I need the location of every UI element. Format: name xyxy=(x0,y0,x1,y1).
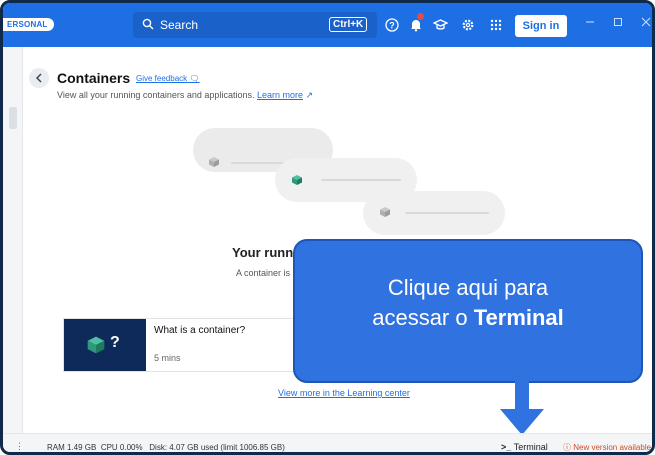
learning-card-title: What is a container? xyxy=(154,325,246,336)
sidebar-collapse-handle[interactable] xyxy=(9,107,17,129)
new-version-label: New version available xyxy=(573,443,652,452)
page-subtitle: View all your running containers and app… xyxy=(57,90,313,101)
search-placeholder: Search xyxy=(160,18,199,32)
illustration-line xyxy=(321,179,401,181)
app-window: ERSONAL Search Ctrl+K ? Sign in Containe… xyxy=(0,0,655,455)
callout-line-1: Clique aqui para xyxy=(387,275,549,300)
sign-in-button[interactable]: Sign in xyxy=(515,15,567,37)
page-title: Containers xyxy=(57,70,131,86)
question-mark: ? xyxy=(110,334,120,351)
learn-more-link[interactable]: Learn more xyxy=(257,90,303,100)
status-bar: ⋮ RAM 1.49 GB CPU 0.00% Disk: 4.07 GB us… xyxy=(3,433,652,452)
callout-line-2-bold: Terminal xyxy=(473,305,564,330)
learning-card[interactable]: ? What is a container? 5 mins xyxy=(63,318,323,372)
disk-usage: Disk: 4.07 GB used (limit 1006.85 GB) xyxy=(149,443,285,452)
learning-card-duration: 5 mins xyxy=(154,353,181,363)
learning-icon[interactable] xyxy=(431,16,449,34)
title-bar: ERSONAL Search Ctrl+K ? Sign in xyxy=(3,3,652,47)
ram-usage: RAM 1.49 GB xyxy=(47,443,97,452)
callout-line-2: acessar o Terminal xyxy=(295,303,641,333)
search-icon xyxy=(142,18,154,30)
cpu-usage: CPU 0.00% xyxy=(100,443,143,452)
callout-arrow-shaft xyxy=(515,381,529,411)
feedback-chat-icon: 🗨︎ xyxy=(189,74,200,83)
info-circle-icon: ⓘ xyxy=(563,443,571,452)
container-cube-icon xyxy=(209,157,219,167)
give-feedback-link[interactable]: Give feedback 🗨︎ xyxy=(136,74,200,83)
tutorial-callout: Clique aqui para acessar o Terminal xyxy=(293,239,643,383)
notification-dot xyxy=(417,13,424,20)
account-badge[interactable]: ERSONAL xyxy=(3,18,54,31)
external-link-icon: ↗ xyxy=(305,90,314,100)
give-feedback-label: Give feedback xyxy=(136,74,188,83)
help-icon[interactable]: ? xyxy=(383,16,401,34)
subtitle-text: View all your running containers and app… xyxy=(57,90,255,100)
left-sidebar xyxy=(3,47,23,433)
callout-line-2-prefix: acessar o xyxy=(372,305,474,330)
back-button[interactable] xyxy=(29,68,49,88)
terminal-label: Terminal xyxy=(513,442,548,452)
container-cube-icon xyxy=(292,175,302,185)
svg-text:?: ? xyxy=(389,21,395,31)
minimize-icon[interactable] xyxy=(585,16,595,30)
illustration-line xyxy=(405,212,489,214)
new-version-notice[interactable]: ⓘ New version available xyxy=(563,442,652,452)
maximize-icon[interactable] xyxy=(613,16,623,30)
terminal-prompt-icon: >_ xyxy=(501,442,512,452)
terminal-button[interactable]: >_ Terminal xyxy=(501,442,548,452)
resource-usage: RAM 1.49 GB CPU 0.00% Disk: 4.07 GB used… xyxy=(47,443,285,452)
search-shortcut: Ctrl+K xyxy=(329,17,368,32)
empty-state-subtitle: A container is xyxy=(236,268,291,278)
settings-gear-icon[interactable] xyxy=(459,16,477,34)
close-icon[interactable] xyxy=(641,16,651,30)
callout-arrow-down-icon xyxy=(500,409,544,435)
learning-card-thumbnail: ? xyxy=(64,319,146,371)
apps-grid-icon[interactable] xyxy=(487,16,505,34)
more-options-icon[interactable]: ⋮ xyxy=(15,441,24,452)
container-cube-icon xyxy=(380,207,390,217)
container-cube-icon xyxy=(87,336,105,354)
view-more-learning-link[interactable]: View more in the Learning center xyxy=(278,388,410,398)
